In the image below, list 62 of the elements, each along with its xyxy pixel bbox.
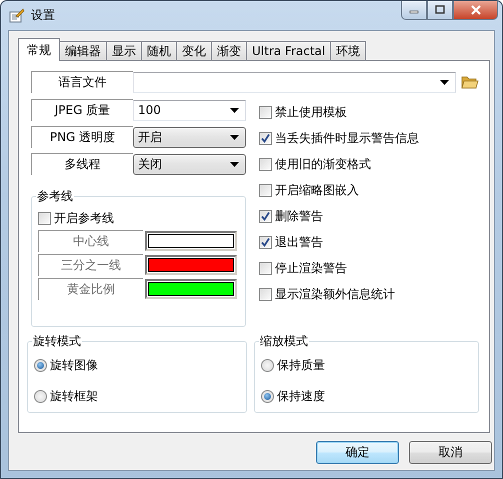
color-swatch[interactable] bbox=[145, 255, 237, 275]
caret-icon bbox=[440, 80, 450, 84]
checkbox-label: 使用旧的渐变格式 bbox=[275, 156, 371, 172]
checkbox[interactable] bbox=[259, 288, 272, 300]
tab[interactable]: 编辑器 bbox=[59, 41, 107, 60]
radio-button[interactable] bbox=[261, 390, 274, 403]
checkbox-label: 退出警告 bbox=[275, 234, 323, 250]
checkbox-label: 删除警告 bbox=[275, 208, 323, 224]
checkbox[interactable] bbox=[259, 106, 272, 118]
dropdown[interactable] bbox=[132, 72, 456, 92]
window-title: 设置 bbox=[31, 7, 55, 24]
color-label: 三分之一线 bbox=[38, 254, 143, 276]
checkbox-label: 显示渲染额外信息统计 bbox=[275, 286, 395, 302]
caret-icon bbox=[230, 134, 239, 140]
field-label: 语言文件 bbox=[31, 71, 133, 93]
color-label: 黄金比例 bbox=[38, 278, 143, 300]
color-swatch[interactable] bbox=[145, 279, 237, 299]
group-title: 缩放模式 bbox=[259, 333, 309, 350]
folder-icon[interactable] bbox=[461, 75, 479, 89]
dropdown[interactable]: 100 bbox=[133, 100, 246, 120]
checkbox-label: 禁止使用模板 bbox=[275, 104, 347, 120]
radio-button[interactable] bbox=[261, 359, 274, 372]
caret-icon bbox=[230, 162, 239, 166]
radio-label: 旋转图像 bbox=[50, 357, 98, 374]
radio-label: 保持速度 bbox=[277, 388, 325, 405]
tab[interactable]: 随机 bbox=[141, 41, 177, 60]
checkbox-label: 当丢失插件时显示警告信息 bbox=[275, 130, 419, 146]
radio-button[interactable] bbox=[34, 359, 47, 372]
maximize-icon bbox=[434, 5, 446, 15]
checkbox[interactable] bbox=[38, 212, 51, 224]
caret-icon bbox=[230, 108, 239, 112]
tab[interactable]: 环境 bbox=[330, 41, 366, 60]
group-title: 旋转模式 bbox=[32, 333, 82, 350]
checkbox[interactable] bbox=[259, 236, 272, 248]
radio-label: 旋转框架 bbox=[50, 388, 98, 405]
checkbox[interactable] bbox=[259, 262, 272, 274]
color-label: 中心线 bbox=[38, 230, 143, 252]
checkbox[interactable] bbox=[259, 184, 272, 196]
checkbox[interactable] bbox=[259, 210, 272, 222]
checkbox[interactable] bbox=[259, 158, 272, 170]
checkbox-label: 开启缩略图嵌入 bbox=[275, 182, 359, 198]
radio-button[interactable] bbox=[34, 390, 47, 403]
radio-label: 保持质量 bbox=[277, 357, 325, 374]
tab[interactable]: 渐变 bbox=[211, 41, 247, 60]
dialog-button[interactable]: 取消 bbox=[409, 441, 492, 464]
tab[interactable]: 显示 bbox=[106, 41, 142, 60]
tab[interactable]: 常规 bbox=[18, 38, 60, 61]
color-swatch[interactable] bbox=[145, 231, 237, 251]
maximize-button[interactable] bbox=[427, 1, 453, 20]
form-pencil-icon bbox=[9, 8, 25, 24]
group-title: 参考线 bbox=[36, 188, 74, 205]
tab[interactable]: 变化 bbox=[176, 41, 212, 60]
checkbox[interactable] bbox=[259, 132, 272, 144]
checkbox-label: 停止渲染警告 bbox=[275, 260, 347, 276]
close-button[interactable] bbox=[453, 1, 498, 20]
dropdown[interactable]: 关闭 bbox=[133, 154, 246, 174]
checkbox-label: 开启参考线 bbox=[54, 210, 114, 226]
minimize-button[interactable] bbox=[401, 1, 427, 20]
tab[interactable]: Ultra Fractal bbox=[246, 41, 332, 60]
dialog-button[interactable]: 确定 bbox=[316, 441, 399, 464]
dropdown[interactable]: 开启 bbox=[133, 126, 246, 148]
close-icon bbox=[470, 5, 482, 15]
